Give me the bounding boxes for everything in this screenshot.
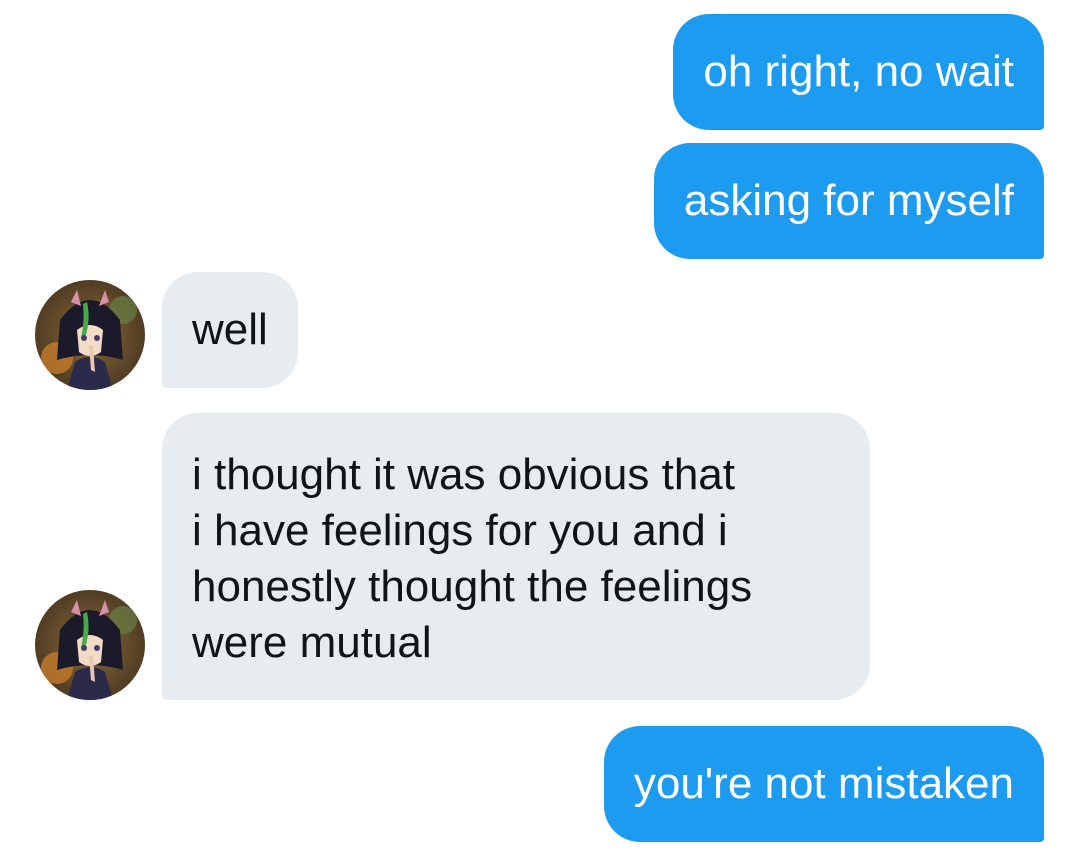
- message-text: asking for myself: [683, 176, 1014, 225]
- sent-message-bubble[interactable]: asking for myself: [653, 143, 1044, 259]
- avatar-image: [35, 280, 145, 390]
- message-line: i thought it was obvious that: [192, 450, 735, 499]
- received-message-bubble[interactable]: well: [162, 272, 298, 388]
- message-text: well: [192, 305, 268, 354]
- message-text: you're not mistaken: [633, 759, 1014, 808]
- sent-message-bubble[interactable]: you're not mistaken: [603, 726, 1044, 842]
- message-text: oh right, no wait: [703, 47, 1014, 96]
- message-line: honestly thought the feelings: [192, 562, 753, 611]
- contact-avatar[interactable]: [35, 590, 145, 700]
- message-line: i have feelings for you and i: [192, 506, 728, 555]
- contact-avatar[interactable]: [35, 280, 145, 390]
- avatar-image: [35, 590, 145, 700]
- message-line: were mutual: [192, 618, 432, 667]
- received-message-bubble[interactable]: i thought it was obvious that i have fee…: [162, 413, 870, 700]
- sent-message-bubble[interactable]: oh right, no wait: [673, 14, 1044, 130]
